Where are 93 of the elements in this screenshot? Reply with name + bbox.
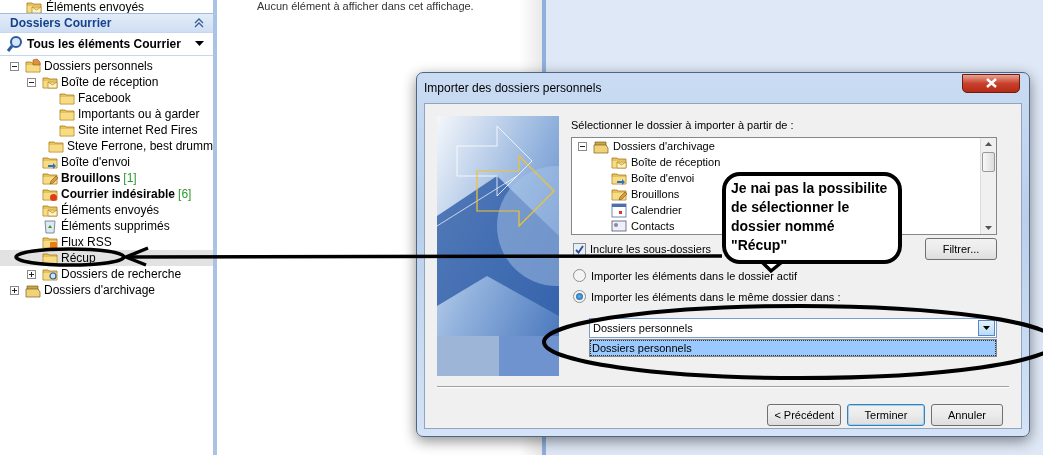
folder-name[interactable]: Brouillons bbox=[631, 188, 680, 200]
envelope-folder-icon bbox=[42, 74, 58, 90]
folder-name: Dossiers de recherche bbox=[61, 267, 182, 281]
folder-name: Éléments envoyés bbox=[61, 203, 160, 217]
filter-button[interactable]: Filtrer... bbox=[925, 238, 997, 260]
collapse-icon[interactable] bbox=[27, 77, 36, 87]
folder-name: Récup bbox=[61, 251, 96, 265]
empty-message: Aucun élément à afficher dans cet affichage. bbox=[257, 0, 475, 12]
folder-name: Importants ou à garder bbox=[78, 107, 200, 121]
letter-folder-icon bbox=[42, 202, 58, 218]
radio-label: Importer les éléments dans le même dossier dans : bbox=[591, 290, 841, 303]
folder-name: Dossiers d'archivage bbox=[44, 283, 155, 297]
search-icon bbox=[6, 35, 24, 53]
pane-title: Dossiers Courrier bbox=[10, 16, 112, 30]
pane-header[interactable]: Dossiers Courrier bbox=[0, 13, 213, 33]
trash-icon bbox=[42, 218, 58, 234]
unread-count: [6] bbox=[178, 187, 192, 201]
wizard-button[interactable]: < Précédent bbox=[767, 404, 841, 426]
tree-item[interactable]: Éléments envoyés bbox=[0, 202, 213, 218]
folder-prompt: Sélectionner le dossier à importer à partir de : bbox=[571, 119, 795, 133]
tree-item[interactable]: Flux RSS bbox=[0, 234, 213, 250]
folder-name[interactable]: Boîte d'envoi bbox=[631, 172, 695, 184]
tree-item[interactable]: Facebook bbox=[0, 90, 213, 106]
folder-icon bbox=[59, 106, 75, 122]
radio-button[interactable] bbox=[573, 269, 586, 282]
folder-name: Éléments envoyés bbox=[46, 0, 145, 14]
close-icon bbox=[985, 78, 997, 88]
folder-name: Courrier indésirable bbox=[61, 187, 176, 201]
envelope-folder-icon bbox=[611, 154, 627, 170]
tree-item[interactable]: Éléments supprimés bbox=[0, 218, 213, 234]
blocked-folder-icon bbox=[42, 186, 58, 202]
expand-icon[interactable] bbox=[10, 285, 19, 295]
stacked-folders-icon bbox=[25, 282, 41, 298]
tree-item[interactable]: Boîte d'envoi bbox=[0, 154, 213, 170]
tree-item[interactable]: Steve Ferrone, best drumm bbox=[0, 138, 213, 154]
folder-icon bbox=[42, 250, 58, 266]
scroll-up-icon[interactable] bbox=[985, 142, 992, 146]
folder-name: Boîte d'envoi bbox=[61, 155, 130, 169]
pencil-folder-icon bbox=[611, 186, 627, 202]
collapse-icon[interactable] bbox=[578, 141, 587, 151]
letter-folder-icon bbox=[26, 0, 42, 15]
calendar-icon bbox=[611, 202, 627, 218]
pencil-folder-icon bbox=[42, 170, 58, 186]
tree-item[interactable]: Dossiers d'archivage bbox=[0, 282, 213, 298]
folder-icon bbox=[59, 122, 75, 138]
radio-button[interactable] bbox=[573, 290, 586, 303]
collapse-icon[interactable] bbox=[10, 61, 19, 71]
house-folder-icon bbox=[25, 58, 41, 74]
folder-name: Éléments supprimés bbox=[61, 219, 170, 233]
close-button[interactable] bbox=[962, 73, 1020, 93]
folder-dropdown[interactable]: Dossiers personnels bbox=[589, 318, 997, 338]
radio-label: Importer les éléments dans le dossier actif bbox=[591, 269, 798, 282]
folder-name: Site internet Red Fires bbox=[78, 123, 198, 137]
arrow-folder-icon bbox=[42, 154, 58, 170]
wizard-button[interactable]: Annuler bbox=[931, 404, 1003, 426]
folder-name[interactable]: Boîte de réception bbox=[631, 156, 721, 168]
folder-name: Steve Ferrone, best drumm bbox=[66, 139, 213, 153]
folder-name: Boîte de réception bbox=[61, 75, 159, 89]
arrow-folder-icon bbox=[611, 170, 627, 186]
tree-item[interactable]: Importants ou à garder bbox=[0, 106, 213, 122]
rss-folder-icon bbox=[42, 234, 58, 250]
tree-item[interactable]: Dossiers personnels bbox=[0, 58, 213, 74]
unread-count: [1] bbox=[123, 171, 137, 185]
folder-name: Brouillons bbox=[61, 171, 121, 185]
view-selector[interactable]: Tous les éléments Courrier bbox=[0, 33, 213, 56]
tree-item[interactable]: Site internet Red Fires bbox=[0, 122, 213, 138]
folder-name: Flux RSS bbox=[61, 235, 112, 249]
scroll-down-icon[interactable] bbox=[985, 226, 992, 230]
speech-bubble: Je nai pas la possibilite de sélectionner le dossier nommé "Récup" bbox=[722, 172, 902, 264]
folder-name: Facebook bbox=[78, 91, 131, 105]
scrollbar[interactable] bbox=[980, 138, 996, 234]
wizard-button[interactable]: Terminer bbox=[847, 404, 925, 426]
scrollbar-thumb[interactable] bbox=[982, 152, 995, 172]
caret-icon bbox=[983, 326, 990, 330]
caret-icon bbox=[195, 41, 204, 47]
tree-item[interactable]: Brouillons [1] bbox=[0, 170, 213, 186]
folder-icon bbox=[47, 138, 64, 154]
folder-name: Dossiers personnels bbox=[44, 59, 153, 73]
folder-name[interactable]: Calendrier bbox=[631, 204, 682, 216]
expand-icon[interactable] bbox=[27, 269, 36, 279]
dropdown-option[interactable]: Dossiers personnels bbox=[590, 340, 996, 356]
tree-item[interactable]: Courrier indésirable [6] bbox=[0, 186, 213, 202]
tree-item[interactable]: Dossiers de recherche bbox=[0, 266, 213, 282]
folder-name[interactable]: Contacts bbox=[631, 220, 675, 232]
checkbox-label: Inclure les sous-dossiers bbox=[590, 243, 712, 255]
search-folder-icon bbox=[42, 266, 58, 282]
collapse-chevron-icon[interactable] bbox=[194, 18, 204, 28]
folder-icon bbox=[59, 90, 75, 106]
stacked-folders-icon bbox=[593, 138, 609, 154]
folder-name[interactable]: Dossiers d'archivage bbox=[613, 140, 715, 152]
window-title: Importer des dossiers personnels bbox=[424, 81, 602, 95]
tree-item[interactable]: Boîte de réception bbox=[0, 74, 213, 90]
view-name: Tous les éléments Courrier bbox=[27, 37, 182, 51]
